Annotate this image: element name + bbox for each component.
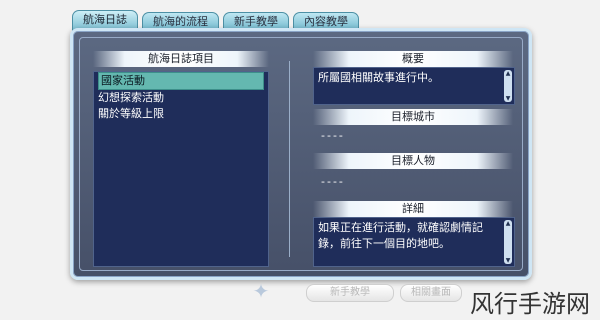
- column-divider: [289, 61, 290, 257]
- watermark: 风行手游网: [470, 290, 590, 318]
- list-item-fantasy-exploration[interactable]: 幻想探索活動: [94, 90, 268, 106]
- list-item-level-cap[interactable]: 關於等級上限: [94, 106, 268, 122]
- target-person-value: ----: [321, 175, 345, 188]
- details-scrollbar[interactable]: ▲ ▼: [504, 220, 512, 264]
- scroll-up-icon[interactable]: ▲: [504, 220, 512, 227]
- details-header: 詳細: [313, 201, 513, 217]
- target-city-header: 目標城市: [313, 109, 513, 125]
- bottom-toolbar: 新手教學 相關畫面: [264, 284, 474, 304]
- logbook-window: 航海日誌項目 國家活動 幻想探索活動 關於等級上限 概要 所屬國相關故事進行中。…: [70, 28, 532, 280]
- tutorial-button[interactable]: 新手教學: [306, 284, 394, 302]
- scroll-down-icon[interactable]: ▼: [504, 257, 512, 264]
- overview-scrollbar[interactable]: ▲ ▼: [504, 70, 512, 102]
- overview-box: 所屬國相關故事進行中。 ▲ ▼: [313, 67, 515, 105]
- target-person-header: 目標人物: [313, 153, 513, 169]
- details-box: 如果正在進行活動，就確認劇情記錄，前往下一個目的地吧。 ▲ ▼: [313, 217, 515, 267]
- logbook-item-list: 國家活動 幻想探索活動 關於等級上限: [93, 71, 269, 267]
- details-text: 如果正在進行活動，就確認劇情記錄，前往下一個目的地吧。: [318, 221, 483, 250]
- related-screen-button[interactable]: 相關畫面: [400, 284, 462, 302]
- overview-header: 概要: [313, 51, 513, 67]
- target-city-value: ----: [321, 129, 345, 142]
- scroll-up-icon[interactable]: ▲: [504, 70, 512, 77]
- overview-text: 所屬國相關故事進行中。: [318, 71, 439, 84]
- scroll-down-icon[interactable]: ▼: [504, 95, 512, 102]
- left-header: 航海日誌項目: [93, 51, 269, 67]
- list-item-national-event[interactable]: 國家活動: [98, 72, 264, 90]
